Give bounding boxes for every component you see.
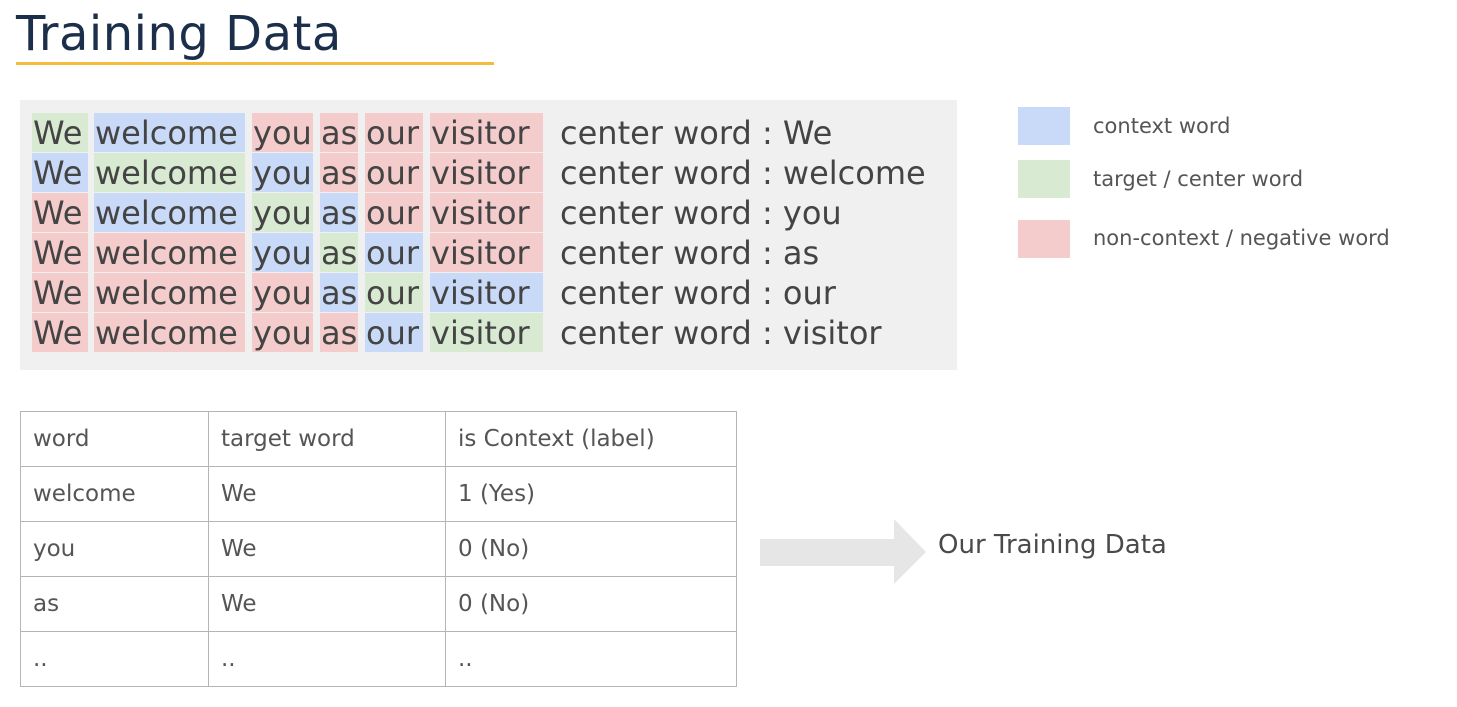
word-chip-context: welcome — [94, 113, 245, 152]
table-cell: .. — [20, 631, 209, 687]
word-chip-negative: as — [320, 313, 358, 352]
table-cell: .. — [445, 631, 737, 687]
word-chip-negative: We — [32, 233, 88, 272]
right-arrow-icon — [760, 519, 926, 584]
training-data-table: word target word is Context (label) welc… — [20, 411, 737, 687]
word-chip-context: our — [365, 313, 423, 352]
word-chip-negative: We — [32, 193, 88, 232]
word-chip-negative: visitor — [430, 113, 543, 152]
word-chip-negative: We — [32, 313, 88, 352]
table-cell: welcome — [20, 466, 209, 522]
table-cell: as — [20, 576, 209, 632]
center-word-label: center word : you — [560, 194, 842, 232]
word-chip-negative: our — [365, 153, 423, 192]
word-chip-target: welcome — [94, 153, 245, 192]
table-cell: 1 (Yes) — [445, 466, 737, 522]
table-row: you We 0 (No) — [20, 521, 737, 577]
page-title: Training Data — [16, 6, 342, 62]
word-chip-negative: you — [252, 273, 313, 312]
word-chip-negative: welcome — [94, 273, 245, 312]
word-chip-context: you — [252, 233, 313, 272]
word-chip-context: welcome — [94, 193, 245, 232]
table-header-cell: is Context (label) — [445, 411, 737, 467]
word-chip-negative: welcome — [94, 233, 245, 272]
center-word-label: center word : visitor — [560, 314, 882, 352]
word-chip-context: our — [365, 233, 423, 272]
word-chip-negative: you — [252, 313, 313, 352]
legend-label-negative: non-context / negative word — [1093, 226, 1390, 250]
legend-swatch-context — [1018, 107, 1070, 145]
word-chip-negative: visitor — [430, 153, 543, 192]
center-word-label: center word : as — [560, 234, 820, 272]
table-cell: you — [20, 521, 209, 577]
table-cell: We — [208, 466, 446, 522]
center-word-label: center word : welcome — [560, 154, 926, 192]
word-chip-negative: our — [365, 113, 423, 152]
word-chip-target: visitor — [430, 313, 543, 352]
table-header-cell: word — [20, 411, 209, 467]
center-word-label: center word : our — [560, 274, 836, 312]
table-cell: We — [208, 521, 446, 577]
center-word-label: center word : We — [560, 114, 833, 152]
word-chip-negative: We — [32, 273, 88, 312]
legend-label-context: context word — [1093, 114, 1231, 138]
arrow-label: Our Training Data — [938, 530, 1167, 560]
word-chip-negative: as — [320, 153, 358, 192]
table-row: .. .. .. — [20, 631, 737, 687]
table-header-row: word target word is Context (label) — [20, 411, 737, 467]
legend-label-target: target / center word — [1093, 167, 1304, 191]
word-chip-target: as — [320, 233, 358, 272]
word-chip-negative: visitor — [430, 233, 543, 272]
word-chip-target: our — [365, 273, 423, 312]
title-underline — [16, 62, 494, 65]
word-chip-context: you — [252, 153, 313, 192]
table-row: welcome We 1 (Yes) — [20, 466, 737, 522]
word-chip-negative: visitor — [430, 193, 543, 232]
word-chip-context: as — [320, 273, 358, 312]
word-chip-target: you — [252, 193, 313, 232]
word-chip-target: We — [32, 113, 88, 152]
table-cell: 0 (No) — [445, 521, 737, 577]
word-chip-context: as — [320, 193, 358, 232]
table-cell: We — [208, 576, 446, 632]
table-cell: .. — [208, 631, 446, 687]
table-row: as We 0 (No) — [20, 576, 737, 632]
legend-swatch-negative — [1018, 220, 1070, 258]
word-chip-negative: you — [252, 113, 313, 152]
legend-swatch-target — [1018, 160, 1070, 198]
word-chip-context: We — [32, 153, 88, 192]
table-cell: 0 (No) — [445, 576, 737, 632]
word-chip-context: visitor — [430, 273, 543, 312]
table-header-cell: target word — [208, 411, 446, 467]
word-chip-negative: our — [365, 193, 423, 232]
word-chip-negative: as — [320, 113, 358, 152]
word-chip-negative: welcome — [94, 313, 245, 352]
